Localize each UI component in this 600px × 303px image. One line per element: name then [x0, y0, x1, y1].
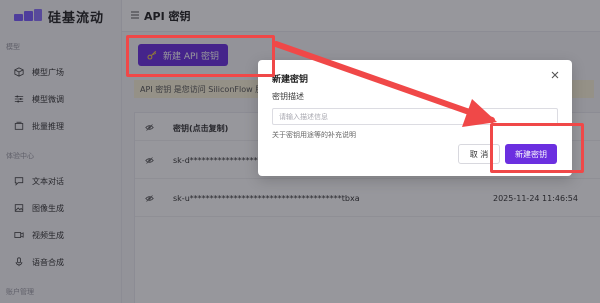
- app-window: 硅基流动 模型 模型广场 模型微调 批量推理 体验中心 文本对话 图像生成 视频…: [0, 0, 600, 303]
- description-label: 密钥描述: [272, 92, 304, 101]
- helper-text: 关于密钥用途等的补充说明: [272, 131, 356, 139]
- dialog-title: 新建密钥: [272, 75, 309, 85]
- close-icon[interactable]: [550, 70, 560, 80]
- annotation-box-new-key: [126, 35, 275, 77]
- annotation-box-create: [490, 123, 584, 173]
